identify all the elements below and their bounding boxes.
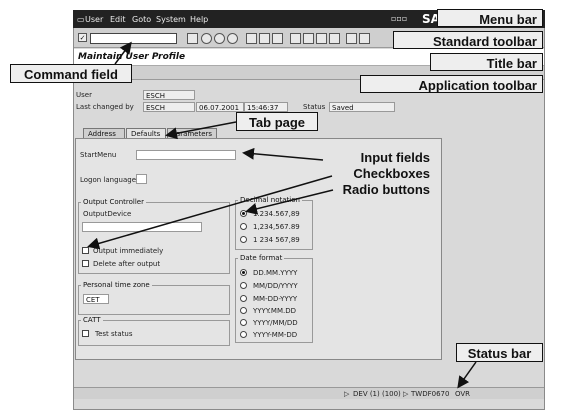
callout-status-bar: Status bar — [456, 343, 543, 362]
callout-standard-toolbar: Standard toolbar — [393, 31, 543, 49]
callout-menu-bar: Menu bar — [437, 9, 543, 27]
callout-input-fields: Input fields — [360, 150, 430, 165]
callout-command-field: Command field — [10, 64, 132, 83]
callout-application-toolbar: Application toolbar — [360, 75, 543, 93]
callout-title-bar: Title bar — [430, 53, 543, 71]
callout-checkboxes: Checkboxes — [353, 166, 430, 181]
callout-radio-buttons: Radio buttons — [342, 182, 430, 197]
callout-tab-page: Tab page — [236, 112, 318, 131]
